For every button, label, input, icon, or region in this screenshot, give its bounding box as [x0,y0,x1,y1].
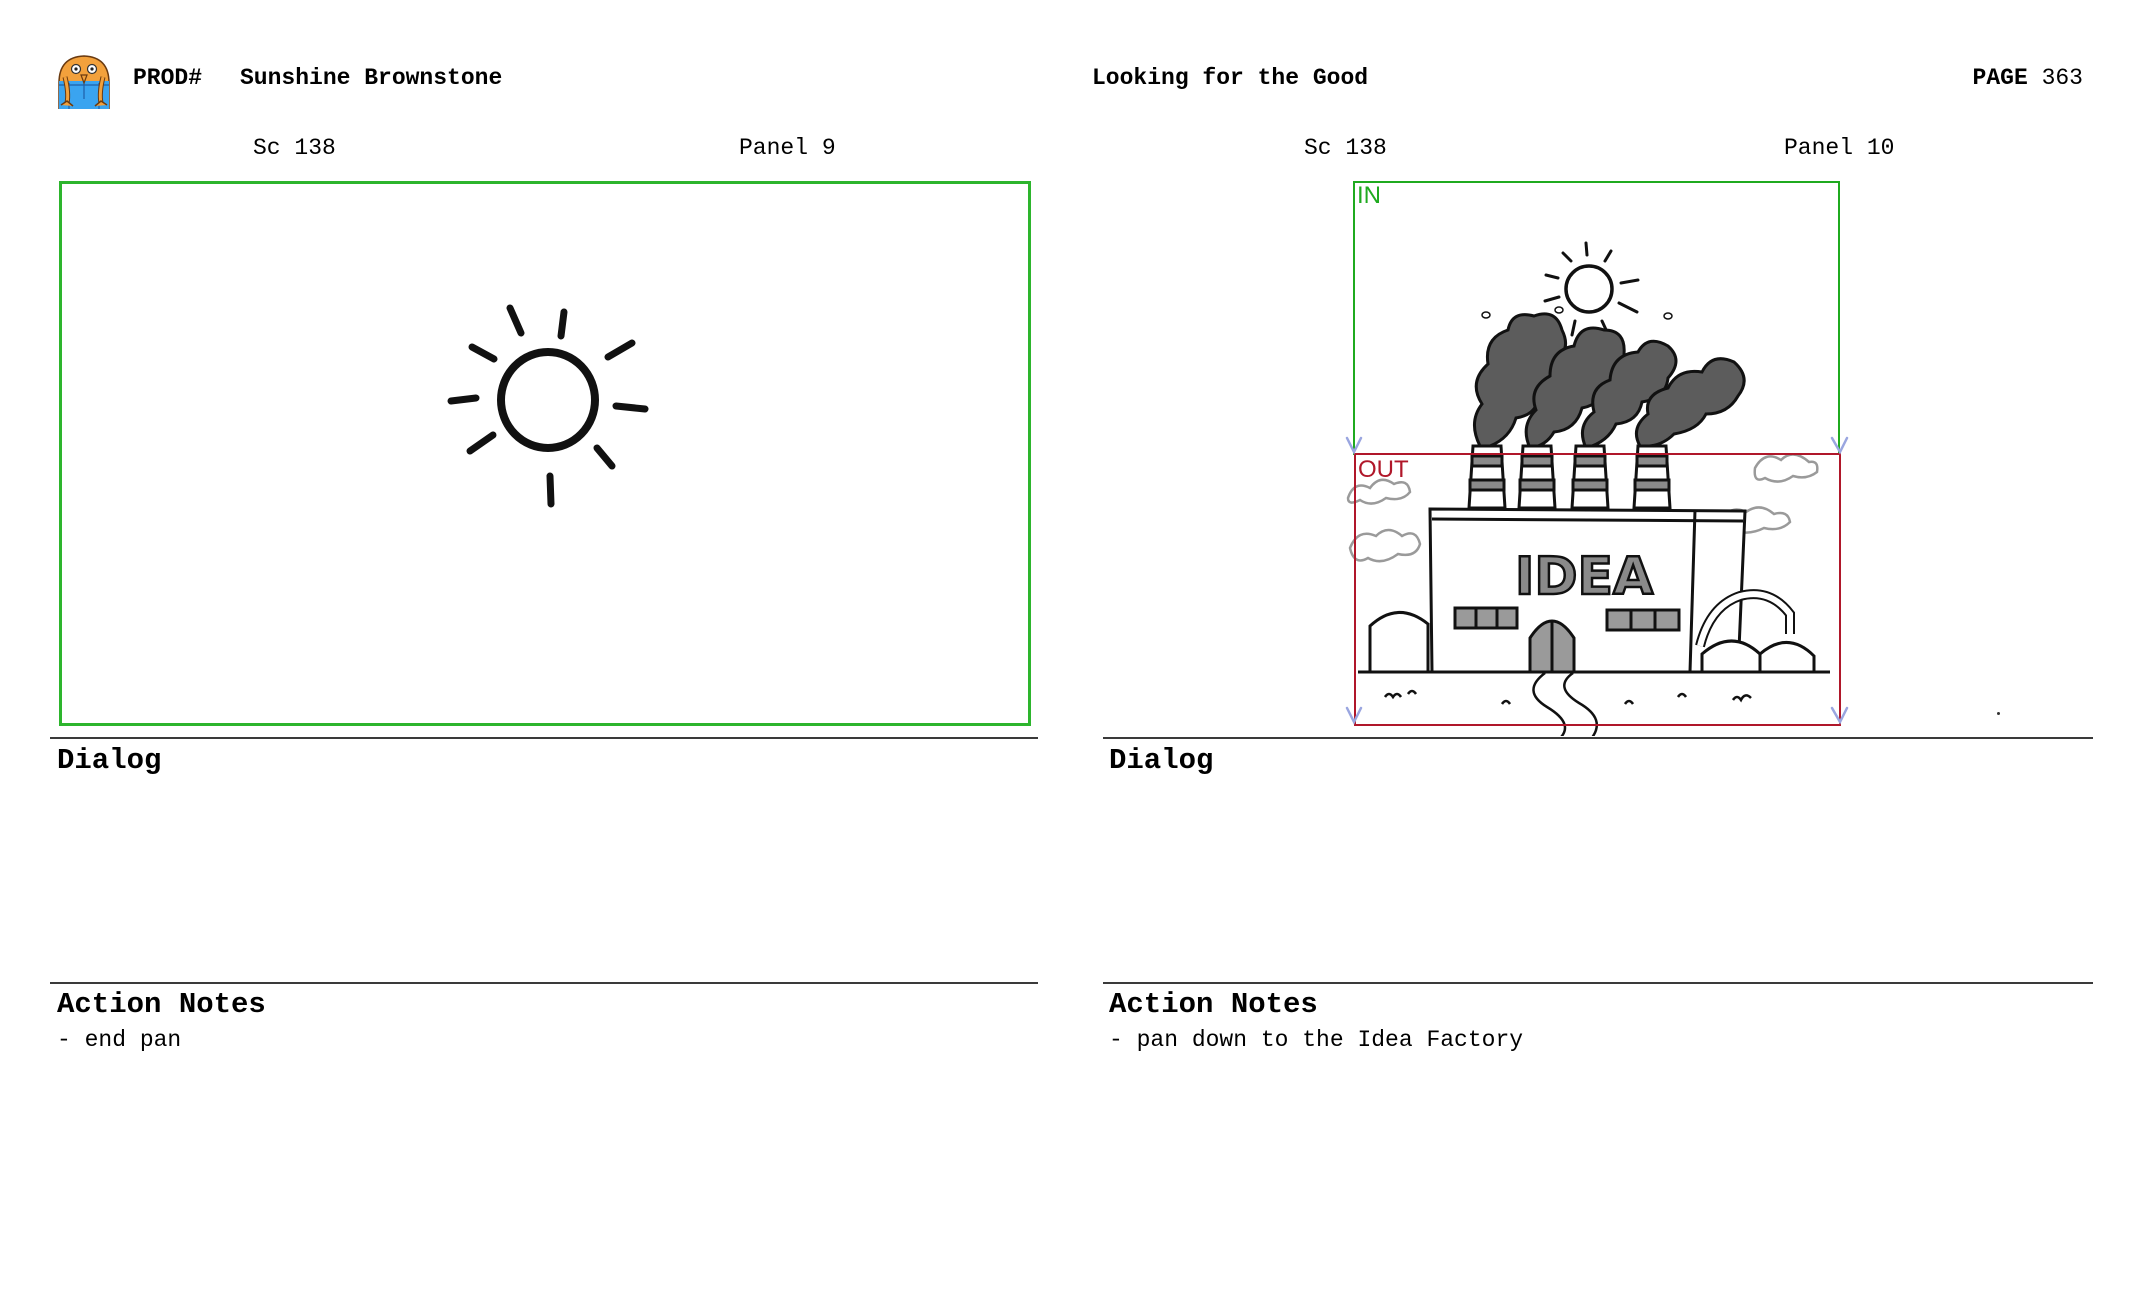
dialog-heading: Dialog [57,744,162,777]
panel-number-label: Panel 9 [739,135,836,161]
action-notes-divider [50,982,1038,984]
page-number: 363 [2041,65,2083,91]
action-notes-heading: Action Notes [57,988,266,1021]
page-indicator: PAGE 363 [1973,64,2083,92]
action-notes-heading: Action Notes [1109,988,1318,1021]
action-notes-divider [1103,982,2093,984]
pan-down-arrow-icon [1345,706,1363,725]
stray-mark [1997,712,2000,715]
panel-number-label: Panel 10 [1784,135,1895,161]
owl-character-logo-icon [55,53,113,109]
dialog-heading: Dialog [1109,744,1214,777]
camera-in-label: IN [1357,182,1381,209]
pan-down-arrow-icon [1830,436,1849,455]
pan-down-arrow-icon [1830,706,1849,725]
camera-in-frame: IN [1353,181,1840,455]
scene-label: Sc 138 [1304,135,1387,161]
action-notes-text: - pan down to the Idea Factory [1109,1027,1524,1053]
dialog-divider [1103,737,2093,739]
page-label: PAGE [1972,65,2028,91]
action-notes-text: - end pan [57,1027,182,1053]
camera-move-arrows [1345,436,1849,725]
episode-title: Looking for the Good [1092,65,1369,91]
sun-drawing [447,304,649,508]
prod-label: PROD# [133,65,203,91]
pan-down-arrow-icon [1345,436,1363,455]
scene-label: Sc 138 [253,135,336,161]
show-title: Sunshine Brownstone [240,65,503,91]
panel-frame [59,181,1031,726]
dialog-divider [50,737,1038,739]
